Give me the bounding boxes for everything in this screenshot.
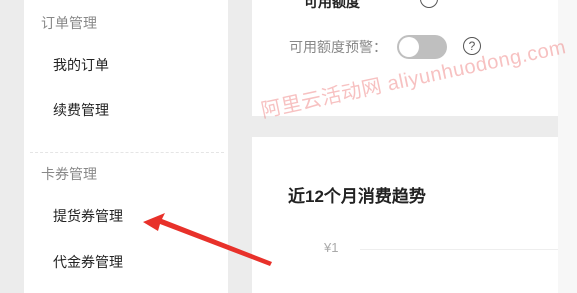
red-pointer-arrow xyxy=(143,213,272,266)
arrow-shape xyxy=(143,213,272,266)
